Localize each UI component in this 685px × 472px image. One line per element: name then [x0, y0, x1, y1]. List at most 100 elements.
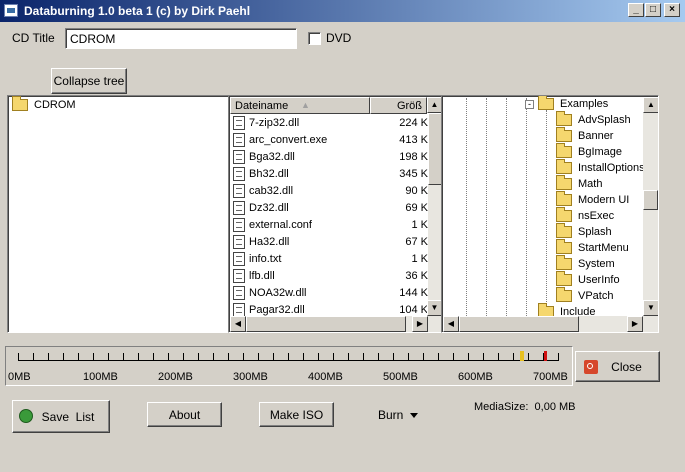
- file-name: Bh32.dll: [249, 168, 289, 180]
- tree-expand-icon[interactable]: -: [525, 100, 534, 109]
- folder-icon: [538, 96, 554, 111]
- folder-icon: [556, 159, 572, 175]
- folder-tree-label: InstallOptions: [578, 162, 645, 174]
- file-row[interactable]: Dz32.dll 69 K: [231, 200, 428, 217]
- ruler-tick: [348, 353, 349, 361]
- folder-tree-item[interactable]: System: [556, 255, 615, 271]
- file-row[interactable]: info.txt 1 K: [231, 251, 428, 268]
- file-row[interactable]: external.conf 1 K: [231, 217, 428, 234]
- sort-arrow-icon: ▲: [301, 100, 310, 110]
- folder-tree-item[interactable]: nsExec: [556, 207, 614, 223]
- ruler-label: 500MB: [383, 371, 418, 383]
- scroll-left-button[interactable]: ◀: [230, 316, 246, 332]
- burn-menu-button[interactable]: Burn: [373, 406, 423, 424]
- folder-tree-hscrollbar[interactable]: ◀ ▶: [443, 316, 658, 332]
- folder-tree-item[interactable]: Banner: [556, 127, 613, 143]
- folder-tree-item[interactable]: StartMenu: [556, 239, 629, 255]
- ruler-tick: [453, 353, 454, 361]
- tree-scroll-thumb[interactable]: [643, 190, 658, 210]
- ruler-tick: [528, 353, 529, 361]
- folder-tree-label: System: [578, 258, 615, 270]
- tree-hscroll-thumb[interactable]: [459, 316, 579, 332]
- folder-tree-item[interactable]: Math: [556, 175, 602, 191]
- cd-capacity-marker: [544, 351, 547, 361]
- folder-tree-item[interactable]: AdvSplash: [556, 111, 631, 127]
- scroll-down-button[interactable]: ▼: [427, 300, 441, 316]
- ruler-tick: [63, 353, 64, 361]
- scroll-thumb[interactable]: [428, 113, 441, 185]
- file-icon: [233, 269, 245, 283]
- ruler-tick: [243, 353, 244, 361]
- folder-tree-item[interactable]: UserInfo: [556, 271, 620, 287]
- tree-scroll-left-button[interactable]: ◀: [443, 316, 459, 332]
- folder-icon: [556, 175, 572, 191]
- tree-scroll-down-button[interactable]: ▼: [643, 300, 658, 316]
- tree-scroll-right-button[interactable]: ▶: [627, 316, 643, 332]
- file-size: 144 K: [399, 287, 428, 299]
- folder-tree-item[interactable]: Modern UI: [556, 191, 629, 207]
- scroll-right-button[interactable]: ▶: [412, 316, 428, 332]
- ruler-tick: [438, 353, 439, 361]
- column-header-size[interactable]: Größ: [370, 97, 427, 114]
- file-row[interactable]: NOA32w.dll 144 K: [231, 285, 428, 302]
- dvd-capacity-marker: [520, 351, 524, 361]
- close-button[interactable]: Close: [575, 351, 660, 382]
- cd-title-input[interactable]: CDROM: [65, 28, 297, 49]
- ruler-tick: [423, 353, 424, 361]
- file-icon: [233, 235, 245, 249]
- make-iso-button[interactable]: Make ISO: [259, 402, 334, 427]
- folder-tree-vscrollbar[interactable]: ▲ ▼: [643, 97, 658, 316]
- file-name: 7-zip32.dll: [249, 117, 300, 129]
- folder-icon: [556, 239, 572, 255]
- tree-root-item[interactable]: CDROM: [12, 96, 76, 112]
- hscroll-thumb[interactable]: [246, 316, 406, 332]
- file-list-hscrollbar[interactable]: ◀ ▶: [230, 316, 441, 332]
- file-row[interactable]: Bh32.dll 345 K: [231, 166, 428, 183]
- file-name: NOA32w.dll: [249, 287, 307, 299]
- ruler-tick: [468, 353, 469, 361]
- close-button-label: Close: [611, 359, 642, 374]
- save-list-button[interactable]: Save List: [12, 400, 110, 433]
- file-row[interactable]: arc_convert.exe 413 K: [231, 132, 428, 149]
- file-row[interactable]: cab32.dll 90 K: [231, 183, 428, 200]
- folder-tree-item[interactable]: InstallOptions: [556, 159, 645, 175]
- folder-tree-item[interactable]: Examples: [538, 96, 608, 111]
- file-name: Ha32.dll: [249, 236, 290, 248]
- minimize-button[interactable]: _: [628, 3, 644, 17]
- tree-scroll-up-button[interactable]: ▲: [643, 97, 658, 113]
- about-button[interactable]: About: [147, 402, 222, 427]
- ruler-tick: [498, 353, 499, 361]
- file-list-vscrollbar[interactable]: ▲ ▼: [427, 97, 441, 316]
- file-name: Dz32.dll: [249, 202, 289, 214]
- dvd-checkbox[interactable]: [308, 32, 321, 45]
- file-size: 67 K: [405, 236, 428, 248]
- file-icon: [233, 167, 245, 181]
- file-row[interactable]: Bga32.dll 198 K: [231, 149, 428, 166]
- folder-tree-label: UserInfo: [578, 274, 620, 286]
- collapse-tree-button[interactable]: Collapse tree: [51, 68, 127, 94]
- file-icon: [233, 252, 245, 266]
- folder-tree-item[interactable]: Splash: [556, 223, 612, 239]
- folder-tree-label: Splash: [578, 226, 612, 238]
- folder-icon: [556, 287, 572, 303]
- ruler-tick: [393, 353, 394, 361]
- file-row[interactable]: Ha32.dll 67 K: [231, 234, 428, 251]
- file-row[interactable]: 7-zip32.dll 224 K: [231, 115, 428, 132]
- ruler-tick: [258, 353, 259, 361]
- folder-icon: [556, 111, 572, 127]
- close-window-button[interactable]: ×: [664, 3, 680, 17]
- folder-tree-item[interactable]: BgImage: [556, 143, 622, 159]
- file-row[interactable]: lfb.dll 36 K: [231, 268, 428, 285]
- ruler-tick: [183, 353, 184, 361]
- maximize-button[interactable]: □: [645, 3, 661, 17]
- folder-tree-panel: - Examples AdvSplash Banner BgImage InstallO…: [441, 95, 659, 333]
- scroll-up-button[interactable]: ▲: [427, 97, 441, 113]
- ruler-tick: [318, 353, 319, 361]
- ruler-tick: [483, 353, 484, 361]
- folder-tree-item[interactable]: VPatch: [556, 287, 613, 303]
- dropdown-arrow-icon: [410, 412, 419, 418]
- ruler-tick: [153, 353, 154, 361]
- file-size: 1 K: [411, 253, 428, 265]
- column-header-name[interactable]: Dateiname ▲: [230, 97, 370, 114]
- close-stop-icon: [584, 360, 598, 374]
